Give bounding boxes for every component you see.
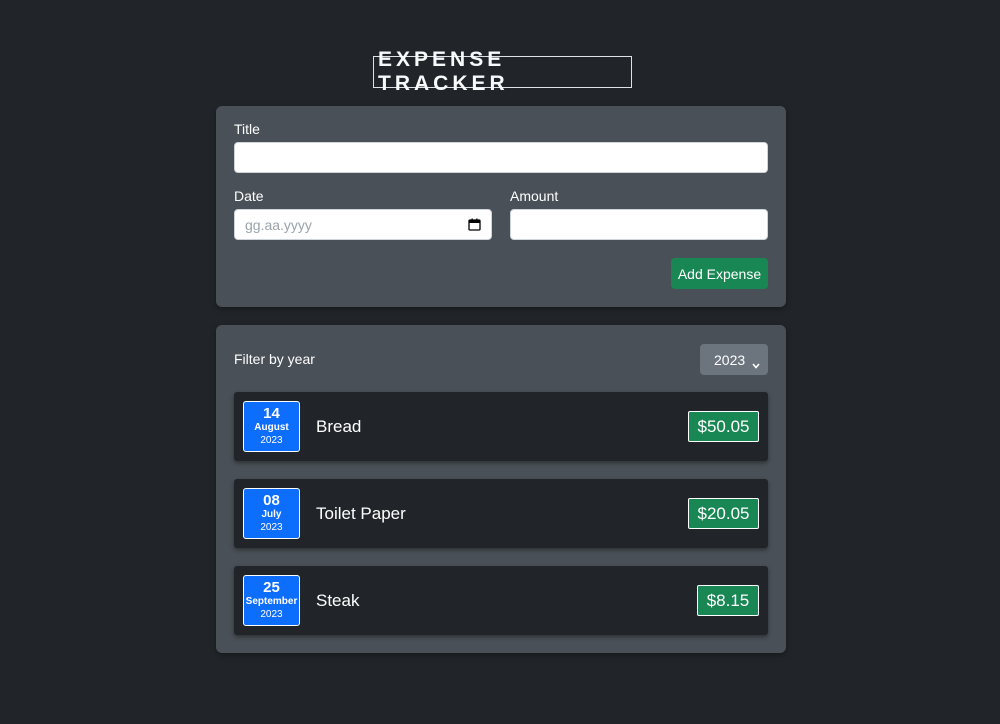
expense-month: July xyxy=(261,508,282,520)
amount-input[interactable] xyxy=(510,209,768,240)
expense-day: 08 xyxy=(263,491,280,509)
expense-title: Toilet Paper xyxy=(316,504,406,523)
year-select-value: 2023 xyxy=(714,351,746,368)
date-placeholder: gg.aa.yyyy xyxy=(245,216,312,233)
expense-month: September xyxy=(245,595,298,607)
expense-date: 08 July 2023 xyxy=(243,488,300,539)
year-select[interactable]: 2023 xyxy=(700,344,768,375)
title-input[interactable] xyxy=(234,142,768,173)
expense-amount: $50.05 xyxy=(688,411,759,442)
expense-item[interactable]: 14 August 2023 Bread $50.05 xyxy=(234,392,768,461)
date-label: Date xyxy=(234,188,264,204)
expenses-panel: Filter by year 2023 14 August 2023 Bread… xyxy=(216,325,786,653)
expense-year: 2023 xyxy=(260,521,283,533)
title-label: Title xyxy=(234,121,260,137)
expense-item[interactable]: 08 July 2023 Toilet Paper $20.05 xyxy=(234,479,768,548)
date-input[interactable]: gg.aa.yyyy xyxy=(234,209,492,240)
expense-month: August xyxy=(254,421,289,433)
expense-day: 25 xyxy=(263,578,280,596)
expense-title: Steak xyxy=(316,591,360,610)
calendar-icon[interactable] xyxy=(468,218,481,231)
expense-day: 14 xyxy=(263,404,280,422)
expense-title: Bread xyxy=(316,417,362,436)
expense-date: 25 September 2023 xyxy=(243,575,300,626)
amount-label: Amount xyxy=(510,188,559,204)
filter-label: Filter by year xyxy=(234,351,315,367)
add-expense-button[interactable]: Add Expense xyxy=(671,258,768,289)
expense-year: 2023 xyxy=(260,608,283,620)
expense-date: 14 August 2023 xyxy=(243,401,300,452)
expense-amount: $8.15 xyxy=(697,585,759,616)
expense-year: 2023 xyxy=(260,434,283,446)
expense-amount: $20.05 xyxy=(688,498,759,529)
expense-item[interactable]: 25 September 2023 Steak $8.15 xyxy=(234,566,768,635)
chevron-down-icon xyxy=(752,356,760,372)
app-title: EXPENSE TRACKER xyxy=(373,48,632,95)
new-expense-form: Title Date gg.aa.yyyy Amount Add Expense xyxy=(216,106,786,307)
